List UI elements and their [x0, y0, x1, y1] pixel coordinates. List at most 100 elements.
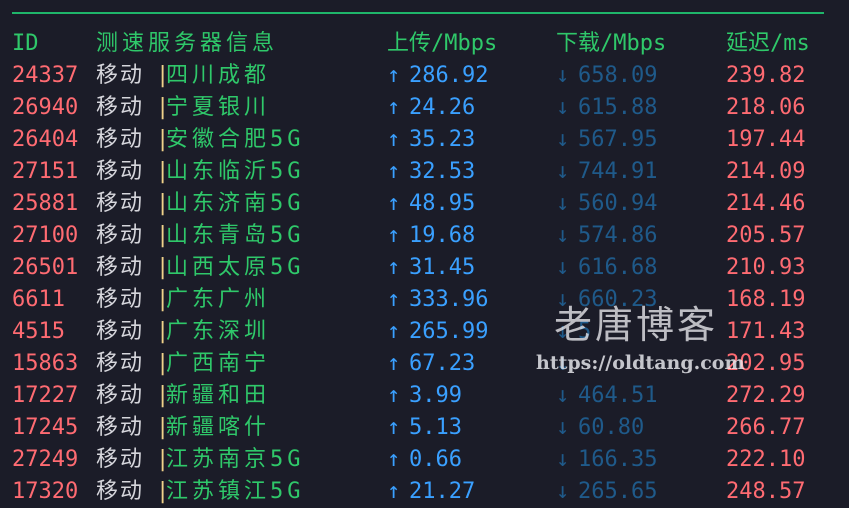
- up-arrow-icon: ↑: [387, 415, 401, 440]
- upload-value: 0.66: [409, 447, 462, 472]
- upload-value: 24.26: [409, 95, 476, 120]
- upload-cell: ↑ 333.96: [387, 284, 488, 316]
- upload-value: 35.23: [409, 127, 476, 152]
- table-row: 27100 移动 | 山东青岛5G ↑ 19.68 ↓ 574.86 205.57: [0, 220, 849, 252]
- download-cell: ↓ 574.86: [556, 220, 657, 252]
- up-arrow-icon: ↑: [387, 383, 401, 408]
- server-id: 25881: [12, 191, 79, 216]
- upload-cell: ↑ 48.95: [387, 188, 475, 220]
- upload-cell: ↑ 31.45: [387, 252, 475, 284]
- down-arrow-icon: ↓: [556, 95, 570, 120]
- isp-name: 移动: [96, 63, 145, 88]
- download-cell: ↓ 464.51: [556, 380, 657, 412]
- latency-value: 214.09: [726, 159, 806, 184]
- table-row: 26404 移动 | 安徽合肥5G ↑ 35.23 ↓ 567.95 197.44: [0, 124, 849, 156]
- table-row: 6611 移动 | 广东广州 ↑ 333.96 ↓ 660.23 168.19: [0, 284, 849, 316]
- server-id: 15863: [12, 351, 79, 376]
- latency-value: 239.82: [726, 63, 806, 88]
- up-arrow-icon: ↑: [387, 191, 401, 216]
- download-cell: ↓ 616.68: [556, 252, 657, 284]
- latency-value: 272.29: [726, 383, 806, 408]
- top-divider-line: [12, 12, 824, 14]
- down-arrow-icon: ↓: [556, 351, 570, 376]
- server-location: 江苏镇江5G: [166, 479, 305, 504]
- download-value: 5: [578, 319, 592, 344]
- down-arrow-icon: ↓: [556, 223, 570, 248]
- down-arrow-icon: ↓: [556, 287, 570, 312]
- upload-value: 67.23: [409, 351, 476, 376]
- download-cell: ↓ 560.94: [556, 188, 657, 220]
- isp-name: 移动: [96, 255, 145, 280]
- server-location: 新疆和田: [166, 383, 271, 408]
- download-cell: ↓ 265.65: [556, 476, 657, 508]
- upload-cell: ↑ 5.13: [387, 412, 462, 444]
- latency-value: 222.10: [726, 447, 806, 472]
- download-value: 574.86: [578, 223, 658, 248]
- down-arrow-icon: ↓: [556, 63, 570, 88]
- server-location: 安徽合肥5G: [166, 127, 305, 152]
- download-value: 166.35: [578, 447, 658, 472]
- table-header: ID 测速服务器信息 上传/Mbps 下载/Mbps 延迟/ms: [0, 28, 849, 60]
- up-arrow-icon: ↑: [387, 255, 401, 280]
- server-location: 山东青岛5G: [166, 223, 305, 248]
- up-arrow-icon: ↑: [387, 351, 401, 376]
- server-location: 宁夏银川: [166, 95, 271, 120]
- up-arrow-icon: ↑: [387, 479, 401, 504]
- download-value: 658.09: [578, 63, 658, 88]
- table-row: 17320 移动 | 江苏镇江5G ↑ 21.27 ↓ 265.65 248.57: [0, 476, 849, 508]
- download-value: 660.23: [578, 287, 658, 312]
- server-id: 27151: [12, 159, 79, 184]
- upload-cell: ↑ 35.23: [387, 124, 475, 156]
- table-row: 24337 移动 | 四川成都 ↑ 286.92 ↓ 658.09 239.82: [0, 60, 849, 92]
- server-id: 26501: [12, 255, 79, 280]
- down-arrow-icon: ↓: [556, 191, 570, 216]
- down-arrow-icon: ↓: [556, 479, 570, 504]
- latency-value: 248.57: [726, 479, 806, 504]
- table-row: 17245 移动 | 新疆喀什 ↑ 5.13 ↓ 60.80 266.77: [0, 412, 849, 444]
- down-arrow-icon: ↓: [556, 127, 570, 152]
- upload-cell: ↑ 0.66: [387, 444, 462, 476]
- isp-name: 移动: [96, 479, 145, 504]
- table-row: 15863 移动 | 广西南宁 ↑ 67.23 ↓ 202.95: [0, 348, 849, 380]
- down-arrow-icon: ↓: [556, 159, 570, 184]
- server-location: 广东深圳: [166, 319, 271, 344]
- server-location: 广西南宁: [166, 351, 271, 376]
- isp-name: 移动: [96, 191, 145, 216]
- up-arrow-icon: ↑: [387, 127, 401, 152]
- latency-value: 210.93: [726, 255, 806, 280]
- server-id: 17320: [12, 479, 79, 504]
- table-row: 17227 移动 | 新疆和田 ↑ 3.99 ↓ 464.51 272.29: [0, 380, 849, 412]
- upload-cell: ↑ 3.99: [387, 380, 462, 412]
- down-arrow-icon: ↓: [556, 255, 570, 280]
- up-arrow-icon: ↑: [387, 95, 401, 120]
- server-id: 26404: [12, 127, 79, 152]
- download-cell: ↓ 60.80: [556, 412, 644, 444]
- download-value: 744.91: [578, 159, 658, 184]
- server-location: 山东济南5G: [166, 191, 305, 216]
- down-arrow-icon: ↓: [556, 383, 570, 408]
- header-upload: 上传/Mbps: [387, 31, 498, 56]
- isp-name: 移动: [96, 127, 145, 152]
- download-value: 265.65: [578, 479, 658, 504]
- upload-cell: ↑ 21.27: [387, 476, 475, 508]
- table-row: 27151 移动 | 山东临沂5G ↑ 32.53 ↓ 744.91 214.09: [0, 156, 849, 188]
- header-server-info: 测速服务器信息: [96, 31, 279, 56]
- server-id: 17245: [12, 415, 79, 440]
- isp-name: 移动: [96, 95, 145, 120]
- download-cell: ↓ 658.09: [556, 60, 657, 92]
- download-cell: ↓ 166.35: [556, 444, 657, 476]
- download-value: 60.80: [578, 415, 645, 440]
- server-id: 26940: [12, 95, 79, 120]
- latency-value: 266.77: [726, 415, 806, 440]
- isp-name: 移动: [96, 287, 145, 312]
- header-id: ID: [12, 31, 39, 56]
- upload-value: 3.99: [409, 383, 462, 408]
- down-arrow-icon: ↓: [556, 415, 570, 440]
- table-row: 26940 移动 | 宁夏银川 ↑ 24.26 ↓ 615.88 218.06: [0, 92, 849, 124]
- server-id: 24337: [12, 63, 79, 88]
- latency-value: 205.57: [726, 223, 806, 248]
- isp-name: 移动: [96, 351, 145, 376]
- upload-value: 333.96: [409, 287, 489, 312]
- download-cell: ↓ 615.88: [556, 92, 657, 124]
- server-id: 6611: [12, 287, 65, 312]
